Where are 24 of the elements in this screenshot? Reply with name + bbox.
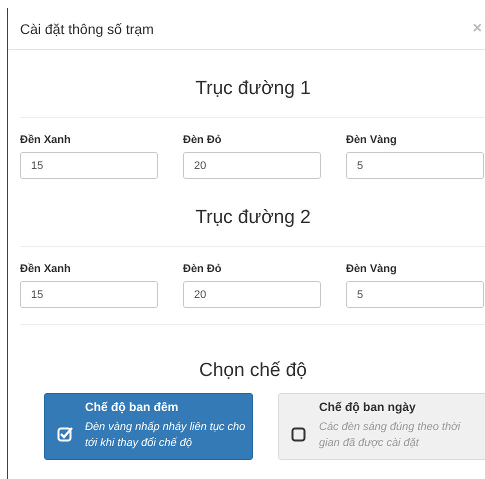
checkbox-icon[interactable] <box>291 426 307 442</box>
checked-checkbox-icon[interactable] <box>57 426 73 442</box>
field-label: Đèn Đỏ <box>183 263 222 275</box>
section-title: Trục đường 2 <box>194 206 312 230</box>
field-label: Đèn Vàng <box>346 134 398 146</box>
input-field[interactable]: 5 <box>346 152 484 179</box>
input-field[interactable]: 20 <box>183 281 321 308</box>
option-title: Chế độ ban đêm <box>85 400 180 414</box>
mode-option[interactable]: Chế độ ban ngày Các đèn sáng đúng theo thời gian đã được cài đặt <box>278 393 485 460</box>
option-description: Các đèn sáng đúng theo thời gian đã được cài đặt <box>319 420 462 451</box>
field-label: Đèn Vàng <box>346 263 398 275</box>
mode-option[interactable]: Chế độ ban đêm Đèn vàng nhấp nháy liên tục cho tới khi thay đổi chế độ <box>44 393 253 460</box>
field-label: Đền Xanh <box>20 263 72 275</box>
section-title: Chọn chế độ <box>198 359 308 383</box>
input-field[interactable]: 15 <box>20 281 158 308</box>
option-title: Chế độ ban ngày <box>319 400 417 414</box>
field-label: Đền Xanh <box>20 134 72 146</box>
field-label: Đèn Đỏ <box>183 134 222 146</box>
input-field[interactable]: 5 <box>346 281 484 308</box>
option-description: Đèn vàng nhấp nháy liên tục cho tới khi thay đổi chế độ <box>85 420 246 451</box>
input-field[interactable]: 15 <box>20 152 158 179</box>
section-title: Trục đường 1 <box>194 77 312 101</box>
dialog-title: Cài đặt thông số trạm <box>20 20 154 36</box>
input-field[interactable]: 20 <box>183 152 321 179</box>
